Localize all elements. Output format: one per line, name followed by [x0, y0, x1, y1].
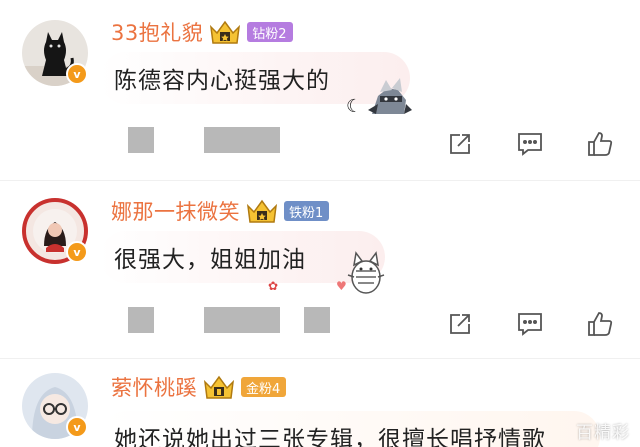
moon-icon: ☾ [346, 96, 363, 117]
cat-ninja-sticker-icon [362, 74, 414, 118]
fan-level-badge: 钻粉2 [247, 22, 293, 42]
comment-icon[interactable] [516, 130, 544, 158]
crown-icon [203, 374, 235, 400]
crown-icon [246, 198, 278, 224]
attached-images [128, 307, 330, 333]
username-row: 娜那一抹微笑 铁粉1 [111, 196, 330, 226]
comment-icon[interactable] [516, 310, 544, 338]
attached-image[interactable] [128, 307, 154, 333]
comment-text: 她还说她出过三张专辑，很擅长唱抒情歌 [100, 411, 600, 447]
comment-item: v 萦怀桃蹊 金粉4 她还说她出过三张专辑，很擅长唱抒情歌 [0, 358, 640, 447]
username[interactable]: 娜那一抹微笑 [111, 196, 240, 226]
fan-level-badge: 铁粉1 [284, 201, 330, 221]
verified-badge: v [66, 241, 88, 263]
verified-badge: v [66, 63, 88, 85]
attached-image[interactable] [204, 127, 280, 153]
comment-actions [446, 310, 614, 338]
flower-icon: ✿ [268, 279, 279, 293]
comment-item: v 娜那一抹微笑 铁粉1 很强大，姐姐加油 ✿ ♥ [0, 180, 640, 358]
like-icon[interactable] [586, 130, 614, 158]
share-icon[interactable] [446, 310, 474, 338]
heart-icon: ♥ [336, 279, 347, 293]
username[interactable]: 萦怀桃蹊 [111, 372, 197, 402]
like-icon[interactable] [586, 310, 614, 338]
comment-actions [446, 130, 614, 158]
comment-text: 很强大，姐姐加油 [100, 231, 385, 283]
verified-badge: v [66, 416, 88, 438]
fan-level-badge: 金粉4 [241, 377, 287, 397]
username-row: 萦怀桃蹊 金粉4 [111, 372, 287, 402]
crown-icon [209, 19, 241, 45]
attached-image[interactable] [128, 127, 154, 153]
watermark: 百精彩 [576, 423, 630, 443]
comment-item: v 33抱礼貌 钻粉2 陈德容内心挺强大的 ☾ [0, 0, 640, 180]
username-row: 33抱礼貌 钻粉2 [111, 17, 293, 47]
attached-image[interactable] [304, 307, 330, 333]
share-icon[interactable] [446, 130, 474, 158]
attached-image[interactable] [204, 307, 280, 333]
cheering-cat-sticker-icon [344, 245, 388, 297]
username[interactable]: 33抱礼貌 [111, 17, 203, 47]
attached-images [128, 127, 280, 153]
